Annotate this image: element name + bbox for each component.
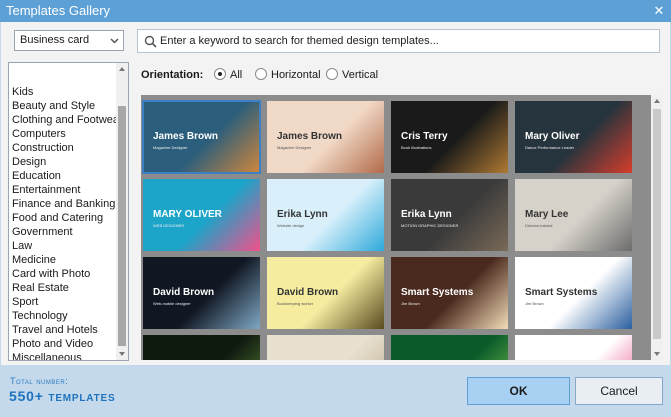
template-thumbnail[interactable]: David Brown Bookkeeping worker bbox=[267, 257, 384, 329]
category-item[interactable]: Medicine bbox=[9, 253, 116, 267]
template-thumbnail[interactable]: Erika Lynn MOTION GRAPHIC DESIGNER bbox=[391, 179, 508, 251]
category-item[interactable]: Kids bbox=[9, 85, 116, 99]
template-gallery: James Brown Magazine Designer James Brown M… bbox=[141, 95, 663, 360]
category-item[interactable]: Technology bbox=[9, 309, 116, 323]
template-subtitle: Jim Brown bbox=[525, 301, 544, 306]
category-item[interactable]: Card with Photo bbox=[9, 267, 116, 281]
template-thumbnail[interactable]: Mary Lee Director-tutorial bbox=[515, 179, 632, 251]
search-box[interactable] bbox=[137, 29, 660, 53]
category-item[interactable]: Law bbox=[9, 239, 116, 253]
template-thumbnail[interactable]: James Brown Magazine Designer bbox=[267, 101, 384, 173]
template-thumbnail[interactable]: James Brown Magazine Designer bbox=[142, 100, 261, 174]
template-name: Erika Lynn bbox=[277, 209, 328, 220]
scrollbar-thumb[interactable] bbox=[653, 109, 661, 339]
radio-all-label[interactable]: All bbox=[230, 69, 242, 81]
window-title: Templates Gallery bbox=[6, 3, 111, 18]
template-name: MARY OLIVER bbox=[153, 209, 222, 220]
search-input[interactable] bbox=[160, 33, 650, 49]
ok-button[interactable]: OK bbox=[467, 377, 570, 405]
template-thumbnail[interactable]: MARY OLIVER WEB DESIGNER bbox=[143, 179, 260, 251]
template-name: Smart Systems bbox=[525, 287, 598, 298]
scroll-up-icon[interactable] bbox=[118, 65, 126, 73]
template-name: Smart Systems bbox=[401, 287, 474, 298]
category-item[interactable]: Construction bbox=[9, 141, 116, 155]
radio-vertical-label[interactable]: Vertical bbox=[342, 69, 378, 81]
template-subtitle: Dance Performance Leader bbox=[525, 145, 575, 150]
close-icon[interactable]: ✕ bbox=[651, 3, 667, 19]
scroll-down-icon[interactable] bbox=[118, 350, 126, 358]
category-item[interactable]: Clothing and Footwear bbox=[9, 113, 123, 127]
template-subtitle: Jim Brown bbox=[401, 301, 420, 306]
template-subtitle: Magazine Designer bbox=[153, 145, 188, 150]
template-thumbnail[interactable]: David Brown Web-mobile designer bbox=[143, 257, 260, 329]
template-thumbnail[interactable]: Mary Oliver Dance Performance Leader bbox=[515, 101, 632, 173]
template-subtitle: Website design bbox=[277, 223, 305, 228]
total-number-value: 550+ templates bbox=[9, 388, 116, 404]
category-item[interactable]: Government bbox=[9, 225, 116, 239]
category-item[interactable]: Entertainment bbox=[9, 183, 116, 197]
template-name: Mary Oliver bbox=[525, 131, 580, 142]
category-item[interactable]: Photo and Video bbox=[9, 337, 116, 351]
template-name: Cris Terry bbox=[401, 131, 448, 142]
category-item[interactable]: Design bbox=[9, 155, 116, 169]
cancel-button[interactable]: Cancel bbox=[575, 377, 663, 405]
search-icon bbox=[144, 35, 157, 48]
template-subtitle: Director-tutorial bbox=[525, 223, 553, 228]
category-item[interactable]: Miscellaneous bbox=[9, 351, 116, 360]
scrollbar-thumb[interactable] bbox=[118, 106, 126, 346]
template-name: David Brown bbox=[153, 287, 215, 298]
template-thumbnail[interactable]: Erika Lynn Website design bbox=[267, 179, 384, 251]
dialog-content: Business card KidsBeauty and StyleClothi… bbox=[1, 22, 670, 365]
template-subtitle: Book Illustrations bbox=[401, 145, 432, 150]
scroll-down-icon[interactable] bbox=[653, 350, 661, 358]
template-subtitle: Magazine Designer bbox=[277, 145, 312, 150]
template-subtitle: Bookkeeping worker bbox=[277, 301, 314, 306]
template-thumbnail[interactable]: Smart Systems Jim Brown bbox=[391, 257, 508, 329]
category-list[interactable]: Kids Beauty and Style Clothing and Footwea… bbox=[8, 62, 129, 361]
template-name: Erika Lynn bbox=[401, 209, 452, 220]
template-name: David Brown bbox=[277, 287, 339, 298]
scroll-up-icon[interactable] bbox=[653, 97, 661, 105]
category-list-scrollbar[interactable] bbox=[116, 63, 128, 360]
title-bar: Templates Gallery ✕ bbox=[0, 0, 671, 22]
category-item[interactable]: Beauty and Style bbox=[9, 99, 116, 113]
template-name: Mary Lee bbox=[525, 209, 569, 220]
template-thumbnail[interactable]: Cris Terry Book Illustrations bbox=[391, 101, 508, 173]
total-number-caption: Total number: bbox=[10, 376, 69, 386]
radio-all[interactable] bbox=[214, 68, 226, 80]
radio-horizontal-label[interactable]: Horizontal bbox=[271, 69, 321, 81]
template-thumbnail[interactable] bbox=[515, 335, 632, 360]
gallery-scrollbar[interactable] bbox=[651, 95, 663, 360]
category-item[interactable]: Sport bbox=[9, 295, 116, 309]
template-thumbnail[interactable]: Smart Systems Jim Brown bbox=[515, 257, 632, 329]
radio-horizontal[interactable] bbox=[255, 68, 267, 80]
template-name: James Brown bbox=[153, 131, 219, 142]
radio-vertical[interactable] bbox=[326, 68, 338, 80]
template-thumbnail[interactable]: SMART SYSTEMS bbox=[143, 335, 260, 360]
template-thumbnail[interactable] bbox=[267, 335, 384, 360]
template-subtitle: Web-mobile designer bbox=[153, 301, 191, 306]
category-item[interactable]: Food and Catering bbox=[9, 211, 116, 225]
template-thumbnail[interactable]: Smart Systems bbox=[391, 335, 508, 360]
footer: Total number: 550+ templates OK Cancel bbox=[0, 365, 671, 417]
orientation-filter: Orientation: All Horizontal Vertical bbox=[136, 67, 536, 83]
category-item[interactable]: Travel and Hotels bbox=[9, 323, 116, 337]
orientation-label: Orientation: bbox=[141, 69, 204, 81]
template-subtitle: WEB DESIGNER bbox=[153, 223, 185, 228]
template-subtitle: MOTION GRAPHIC DESIGNER bbox=[401, 223, 459, 228]
chevron-down-icon bbox=[110, 38, 119, 44]
template-name: James Brown bbox=[277, 131, 343, 142]
category-select-value: Business card bbox=[20, 34, 90, 46]
category-item[interactable]: Education bbox=[9, 169, 116, 183]
category-select[interactable]: Business card bbox=[14, 30, 124, 51]
category-item[interactable]: Real Estate bbox=[9, 281, 116, 295]
category-item[interactable]: Finance and Banking bbox=[9, 197, 116, 211]
category-item[interactable]: Computers bbox=[9, 127, 116, 141]
